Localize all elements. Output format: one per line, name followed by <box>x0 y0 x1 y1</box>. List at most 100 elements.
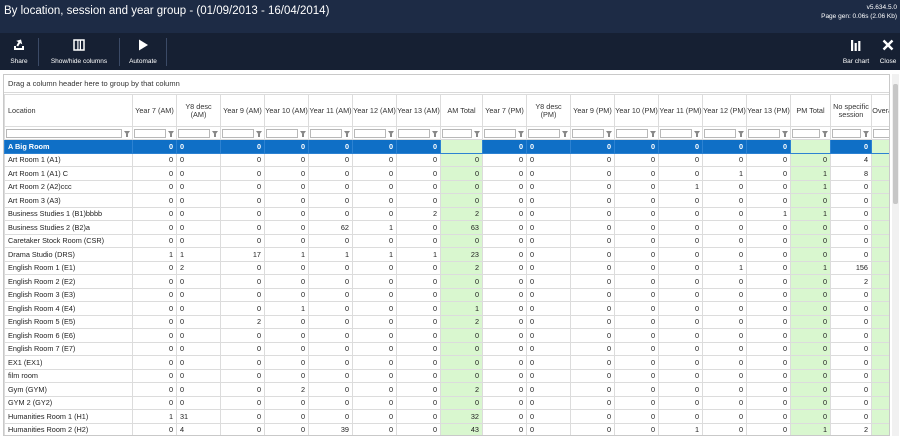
filter-icon[interactable] <box>343 129 351 138</box>
filter-input[interactable] <box>178 128 210 138</box>
table-row[interactable]: Business Studies 1 (B1)bbbb 0 0 0 0 0 0 2 2 0 0 0 0 0… <box>4 206 889 221</box>
value-cell: 0 <box>526 260 571 275</box>
filter-icon[interactable] <box>123 129 131 138</box>
filter-icon[interactable] <box>649 129 657 138</box>
value-cell: 0 <box>830 328 872 343</box>
filter-icon[interactable] <box>255 129 263 138</box>
group-by-area[interactable]: Drag a column header here to group by th… <box>4 75 889 93</box>
value-cell: 39 <box>308 422 353 435</box>
filter-input[interactable] <box>748 128 780 138</box>
value-cell: 2 <box>830 274 872 289</box>
value-cell: 0 <box>746 355 791 370</box>
filter-input[interactable] <box>310 128 342 138</box>
column-header[interactable]: Year 9 (AM) <box>220 94 265 127</box>
close-button[interactable]: Close <box>877 33 899 70</box>
vertical-scrollbar[interactable] <box>892 74 899 436</box>
column-header[interactable]: Year 11 (PM) <box>658 94 703 127</box>
column-header[interactable]: Year 11 (AM) <box>308 94 353 127</box>
table-row[interactable]: Caretaker Stock Room (CSR) 0 0 0 0 0 0 0 0 0 0 0 0 0 0… <box>4 233 889 248</box>
filter-input[interactable] <box>528 128 560 138</box>
table-row[interactable]: Humanities Room 2 (H2) 0 4 0 0 39 0 0 43 0 0 0 0 1 0 0 1… <box>4 422 889 435</box>
filter-icon[interactable] <box>693 129 701 138</box>
filter-input[interactable] <box>572 128 604 138</box>
filter-icon[interactable] <box>517 129 525 138</box>
filter-input[interactable] <box>398 128 430 138</box>
table-row[interactable]: GYM 2 (GY2)000000000000000000 <box>4 395 889 410</box>
table-row[interactable]: Art Room 2 (A2)ccc000000000000100101 <box>4 179 889 194</box>
table-row[interactable]: Business Studies 2 (B2)a 0 0 0 0 62 1 0 63 0 0 0 0 0 0… <box>4 220 889 235</box>
column-header[interactable]: Year 13 (AM) <box>396 94 441 127</box>
filter-input[interactable] <box>704 128 736 138</box>
filter-icon[interactable] <box>561 129 569 138</box>
filter-input[interactable] <box>832 128 861 138</box>
automate-button[interactable]: Automate <box>124 33 162 70</box>
table-row[interactable]: film room000000000000000000 <box>4 368 889 383</box>
filter-icon[interactable] <box>299 129 307 138</box>
column-header[interactable]: Year 10 (PM) <box>614 94 659 127</box>
table-row[interactable]: English Room 4 (E4)000100010000000001 <box>4 301 889 316</box>
filter-icon[interactable] <box>211 129 219 138</box>
table-row[interactable]: EX1 (EX1)000000000000000000 <box>4 355 889 370</box>
column-header[interactable]: Year 12 (AM) <box>352 94 397 127</box>
column-header[interactable]: Location <box>4 94 133 127</box>
filter-input[interactable] <box>873 128 889 138</box>
table-row[interactable]: Art Room 1 (A1) C000000000000010185 <box>4 166 889 181</box>
column-header[interactable]: No specific session <box>830 94 872 127</box>
filter-icon[interactable] <box>431 129 439 138</box>
filter-icon[interactable] <box>862 129 870 138</box>
filter-input[interactable] <box>134 128 166 138</box>
filter-input[interactable] <box>792 128 820 138</box>
table-row[interactable]: A Big Room 0 0 0 0 0 0 0 0 0 0 0 0 0 0 0 <box>4 139 889 154</box>
column-header[interactable]: Year 7 (AM) <box>132 94 177 127</box>
filter-input[interactable] <box>266 128 298 138</box>
table-row[interactable]: English Room 2 (E2)000000000000000021 <box>4 274 889 289</box>
value-cell: 0 <box>871 395 889 410</box>
filter-input[interactable] <box>6 128 122 138</box>
column-header[interactable]: Y8 desc (AM) <box>176 94 221 127</box>
show-hide-columns-button[interactable]: Show/hide columns <box>43 33 115 70</box>
bar-chart-button[interactable]: Bar chart <box>836 33 876 70</box>
column-header[interactable]: Overall Total <box>871 94 889 127</box>
table-row[interactable]: Art Room 1 (A1)000000000000000042 <box>4 152 889 167</box>
scrollbar-thumb[interactable] <box>893 84 898 204</box>
share-button[interactable]: Share <box>4 33 34 70</box>
column-header[interactable]: Year 9 (PM) <box>570 94 615 127</box>
table-row[interactable]: English Room 3 (E3)000000000000000000 <box>4 287 889 302</box>
column-header[interactable]: Year 10 (AM) <box>264 94 309 127</box>
table-row[interactable]: English Room 5 (E5)002000020000000002 <box>4 314 889 329</box>
filter-input[interactable] <box>616 128 648 138</box>
column-header[interactable]: Year 12 (PM) <box>702 94 747 127</box>
filter-input[interactable] <box>222 128 254 138</box>
value-cell: 0 <box>440 368 483 383</box>
table-row[interactable]: English Room 7 (E7)000000000000000000 <box>4 341 889 356</box>
table-row[interactable]: Art Room 3 (A3)000000000000000000 <box>4 193 889 208</box>
value-cell: 0 <box>702 341 747 356</box>
column-header[interactable]: Year 7 (PM) <box>482 94 527 127</box>
table-row[interactable]: English Room 1 (E1)020000020000010115681 <box>4 260 889 275</box>
filter-input[interactable] <box>660 128 692 138</box>
table-row[interactable]: English Room 6 (E6)000000000000000000 <box>4 328 889 343</box>
filter-icon[interactable] <box>167 129 175 138</box>
column-header[interactable]: Y8 desc (PM) <box>526 94 571 127</box>
column-header[interactable]: AM Total <box>440 94 483 127</box>
filter-icon[interactable] <box>737 129 745 138</box>
toolbar-divider <box>166 38 167 66</box>
column-header[interactable]: Year 13 (PM) <box>746 94 791 127</box>
table-row[interactable]: Gym (GYM)000200020000000002 <box>4 382 889 397</box>
filter-input[interactable] <box>442 128 472 138</box>
value-cell: 0 <box>132 301 177 316</box>
filter-icon[interactable] <box>387 129 395 138</box>
filter-icon[interactable] <box>781 129 789 138</box>
table-row[interactable]: Drama Studio (DRS)111711112300000000023 <box>4 247 889 262</box>
value-cell: 0 <box>132 166 177 181</box>
filter-icon[interactable] <box>473 129 481 138</box>
value-cell: 0 <box>176 314 221 329</box>
value-cell: 0 <box>746 193 791 208</box>
column-header[interactable]: PM Total <box>790 94 831 127</box>
table-row[interactable]: Humanities Room 1 (H1) 1 31 0 0 0 0 0 32 0 0 0 0 0 0 0 0… <box>4 409 889 424</box>
filter-icon[interactable] <box>605 129 613 138</box>
value-cell: 0 <box>526 395 571 410</box>
filter-input[interactable] <box>354 128 386 138</box>
filter-input[interactable] <box>484 128 516 138</box>
filter-icon[interactable] <box>821 129 829 138</box>
